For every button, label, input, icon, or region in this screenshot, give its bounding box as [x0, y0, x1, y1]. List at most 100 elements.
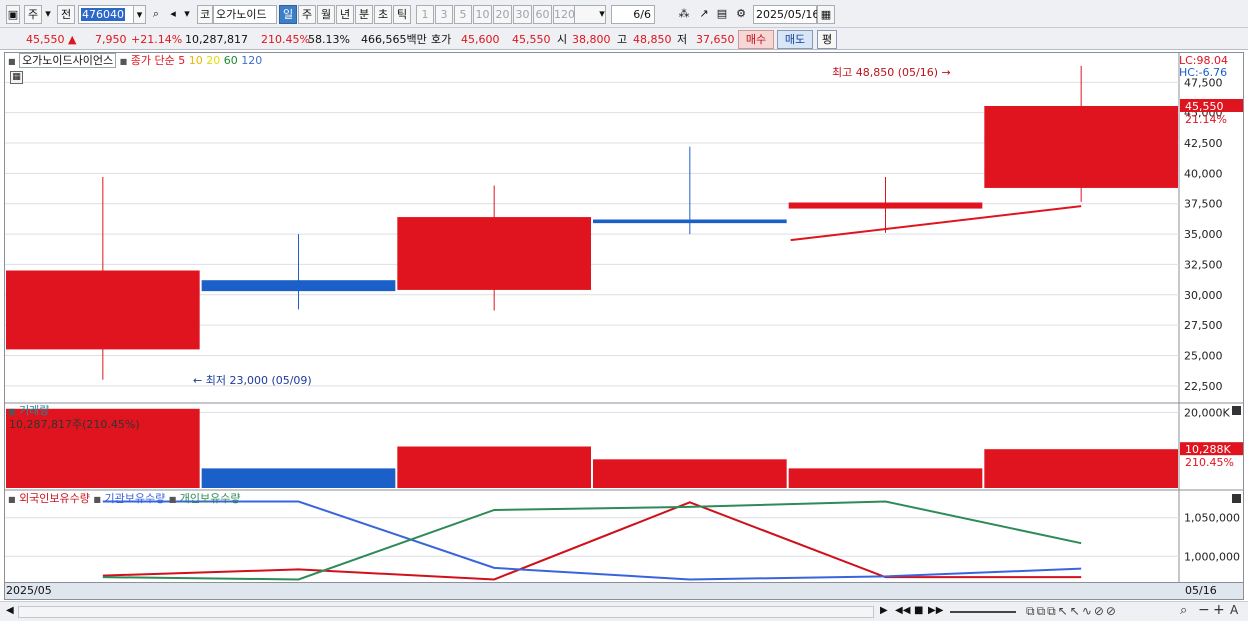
- price-change-pct: +21.14%: [131, 33, 183, 46]
- period-select[interactable]: 주: [24, 5, 42, 24]
- institution-legend[interactable]: 기관보유수량: [104, 492, 165, 505]
- date-input[interactable]: 2025/05/16: [753, 5, 819, 24]
- price-marker-label: 45,550: [1185, 100, 1224, 113]
- low-price: 37,650: [696, 33, 735, 46]
- candle-body: [788, 202, 983, 209]
- custom-interval-chevron-icon[interactable]: ▾: [596, 5, 608, 24]
- current-price: 45,550 ▲: [26, 33, 77, 46]
- ma-period-5[interactable]: 5: [178, 54, 189, 67]
- buy-button[interactable]: 매수: [738, 30, 774, 49]
- scroll-track[interactable]: [18, 606, 874, 618]
- interval-10[interactable]: 10: [473, 5, 492, 24]
- page-indicator[interactable]: 6/6: [611, 5, 655, 24]
- price-tick-label: 22,500: [1184, 380, 1223, 393]
- code-prefix-button[interactable]: 코: [197, 5, 213, 24]
- interval-20[interactable]: 20: [493, 5, 512, 24]
- stock-legend-name[interactable]: 오가노이드사이언스: [19, 53, 117, 68]
- zoom-icon[interactable]: ⌕: [1180, 603, 1187, 618]
- tab-2[interactable]: 월: [317, 5, 335, 24]
- candle-body: [6, 270, 200, 350]
- chevron-down-icon[interactable]: ▾: [42, 5, 54, 24]
- ma-legend-label[interactable]: 종가 단순: [131, 54, 175, 67]
- interval-30[interactable]: 30: [513, 5, 532, 24]
- high-annotation: 최고 48,850 (05/16) →: [832, 66, 951, 79]
- scroll-bar[interactable]: ◀ ▶ ◀◀ ■ ▶▶ ⧉⧉⧉↖↖∿⊘⊘ ⌕ − + A: [0, 601, 1248, 621]
- legend-bullet-icon: ■: [8, 407, 16, 416]
- prev-label: 전: [60, 8, 72, 21]
- binoculars-icon[interactable]: ⁂: [676, 5, 692, 24]
- interval-120[interactable]: 120: [553, 5, 575, 24]
- search-icon[interactable]: ⌕: [149, 5, 163, 24]
- individual-legend[interactable]: 개인보유수량: [180, 492, 241, 505]
- low-annotation: ← 최저 23,000 (05/09): [193, 374, 312, 387]
- volume-panel: [6, 408, 1178, 488]
- toolbar: ▣ 주 ▾ 전 476040 ▾ ⌕ ◂ ▾ 코 오가노이드 ▾ 6/6 ⁂ ↗…: [0, 0, 1248, 28]
- volume-bar: [984, 449, 1178, 488]
- ma-period-10[interactable]: 10: [189, 54, 207, 67]
- legend-bullet-icon: ■: [93, 495, 101, 504]
- open-price: 38,800: [572, 33, 611, 46]
- date-bar: 2025/05 05/16: [4, 582, 1244, 600]
- sell-button[interactable]: 매도: [777, 30, 813, 49]
- legend-bullet-icon: ■: [8, 57, 16, 66]
- tab-5[interactable]: 초: [374, 5, 392, 24]
- zoom-in-icon[interactable]: +: [1213, 602, 1225, 618]
- stock-name-label: 오가노이드: [216, 8, 267, 21]
- zoom-slider[interactable]: [950, 611, 1016, 613]
- scroll-right-icon[interactable]: ▶: [880, 605, 888, 616]
- bid-price: 45,550: [512, 33, 551, 46]
- tab-3[interactable]: 년: [336, 5, 354, 24]
- tab-1[interactable]: 주: [298, 5, 316, 24]
- price-tick-label: 27,500: [1184, 319, 1223, 332]
- tab-6[interactable]: 틱: [393, 5, 411, 24]
- save-icon[interactable]: ▤: [714, 5, 730, 24]
- legend-bullet-icon: ■: [168, 495, 177, 504]
- gear-icon[interactable]: ⚙: [733, 5, 749, 24]
- stock-code-value: 476040: [81, 8, 125, 21]
- ma-period-60[interactable]: 60: [224, 54, 242, 67]
- hc-label: HC:-6.76: [1179, 66, 1228, 79]
- zoom-out-icon[interactable]: −: [1198, 602, 1210, 618]
- stock-code-input[interactable]: 476040: [78, 5, 134, 24]
- panel-close-icon[interactable]: [1232, 406, 1241, 415]
- foreign-legend[interactable]: 외국인보유수량: [19, 492, 90, 505]
- ma-period-120[interactable]: 120: [241, 54, 262, 67]
- ma-period-20[interactable]: 20: [206, 54, 224, 67]
- interval-60[interactable]: 60: [533, 5, 552, 24]
- price-change: 7,950: [95, 33, 127, 46]
- ma-periods: 5 10 20 60 120: [178, 54, 262, 67]
- font-size-icon[interactable]: A: [1230, 603, 1238, 617]
- rewind-icon[interactable]: ◀◀: [895, 605, 910, 616]
- tab-4[interactable]: 분: [355, 5, 373, 24]
- price-tick-label: 37,500: [1184, 198, 1223, 211]
- eval-button[interactable]: 평: [817, 30, 837, 49]
- window-icon[interactable]: ▣: [6, 5, 20, 24]
- candle-body: [201, 280, 396, 292]
- drawing-tools-icon[interactable]: ⧉⧉⧉↖↖∿⊘⊘: [1026, 604, 1118, 619]
- speaker-icon[interactable]: ◂: [166, 5, 180, 24]
- stock-name-field[interactable]: 오가노이드: [213, 5, 277, 24]
- prev-button[interactable]: 전: [57, 5, 75, 24]
- panel-close-icon[interactable]: [1232, 494, 1241, 503]
- volume-marker-pct: 210.45%: [1185, 456, 1234, 469]
- interval-3[interactable]: 3: [435, 5, 453, 24]
- calendar-icon[interactable]: ▦: [817, 5, 835, 24]
- tab-0[interactable]: 일: [279, 5, 297, 24]
- price-tick-label: 32,500: [1184, 258, 1223, 271]
- interval-5[interactable]: 5: [454, 5, 472, 24]
- volume-bar: [593, 459, 787, 488]
- scroll-left-icon[interactable]: ◀: [6, 605, 14, 616]
- volume-bar: [201, 468, 396, 488]
- speaker-dropdown-icon[interactable]: ▾: [181, 5, 193, 24]
- candle-body: [593, 219, 787, 224]
- chart-area: 22,500 25,000 27,500 30,000 32,500 35,000 37,5…: [4, 52, 1244, 600]
- table-icon[interactable]: ▦: [10, 71, 23, 84]
- price-tick-label: 25,000: [1184, 349, 1223, 362]
- fast-forward-icon[interactable]: ▶▶: [928, 605, 943, 616]
- price-tick-label: 40,000: [1184, 167, 1223, 180]
- draw-tool-icon[interactable]: ↗: [696, 5, 712, 24]
- stop-icon[interactable]: ■: [914, 605, 923, 616]
- interval-1[interactable]: 1: [416, 5, 434, 24]
- volume-legend-title[interactable]: 거래량: [19, 404, 49, 417]
- code-dropdown-icon[interactable]: ▾: [133, 5, 146, 24]
